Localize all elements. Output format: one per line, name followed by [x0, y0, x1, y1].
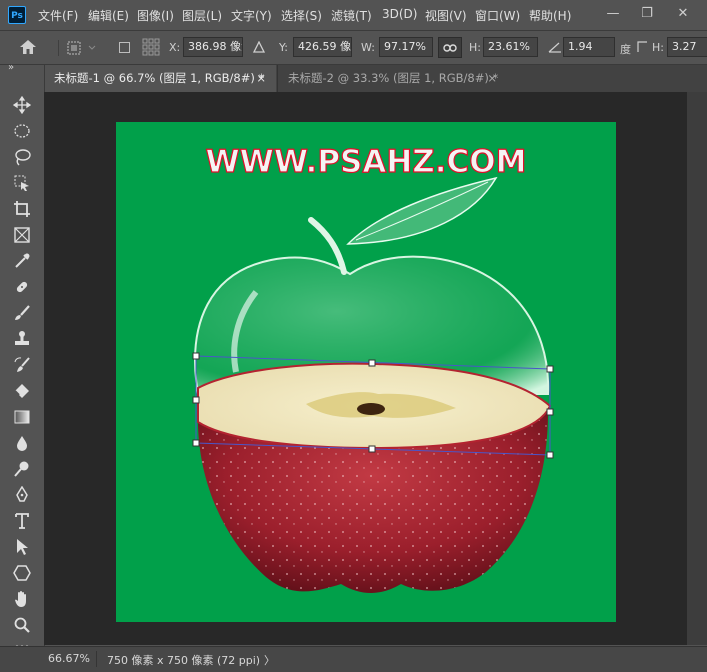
x-position-input[interactable]: 386.98 像素: [183, 37, 243, 57]
y-position-input[interactable]: 426.59 像素: [293, 37, 352, 57]
w-label: W:: [361, 41, 375, 54]
photoshop-logo: Ps: [8, 6, 26, 24]
h-skew-label: H:: [652, 41, 664, 54]
y-label: Y:: [279, 41, 288, 54]
watermark-text: WWW.PSAHZ.COM: [205, 143, 527, 180]
h-label: H:: [469, 41, 481, 54]
skew-icon: [637, 41, 648, 56]
x-label: X:: [169, 41, 181, 54]
menu-layer[interactable]: 图层(L): [182, 7, 222, 24]
blur-tool-icon[interactable]: [9, 431, 35, 455]
options-bar: X: 386.98 像素 Y: 426.59 像素 W: 97.17% H: 2…: [0, 31, 707, 65]
tab-label: 未标题-2 @ 33.3% (图层 1, RGB/8#) *: [288, 71, 499, 85]
vertical-scrollbar[interactable]: [687, 92, 707, 645]
apple-seed: [357, 403, 385, 415]
tab-document-2[interactable]: 未标题-2 @ 33.3% (图层 1, RGB/8#) * ×: [277, 65, 507, 92]
menu-window[interactable]: 窗口(W): [475, 7, 520, 24]
crop-tool-icon[interactable]: [9, 197, 35, 221]
healing-brush-tool-icon[interactable]: [9, 275, 35, 299]
history-brush-tool-icon[interactable]: [9, 353, 35, 377]
status-menu-arrow[interactable]: 〉: [264, 652, 275, 668]
transform-handle[interactable]: [368, 445, 376, 453]
restore-button[interactable]: ❐: [632, 4, 662, 24]
eyedropper-tool-icon[interactable]: [9, 249, 35, 273]
apple-artwork: [192, 176, 554, 593]
hand-tool-icon[interactable]: [9, 587, 35, 611]
tab-close-icon[interactable]: ×: [256, 65, 266, 92]
tab-close-icon[interactable]: ×: [487, 65, 497, 92]
path-selection-tool-icon[interactable]: [9, 535, 35, 559]
status-bar: 66.67% 750 像素 x 750 像素 (72 ppi) 〉: [0, 646, 707, 672]
menu-type[interactable]: 文字(Y): [231, 7, 272, 24]
menu-view[interactable]: 视图(V): [425, 7, 467, 24]
dodge-tool-icon[interactable]: [9, 457, 35, 481]
transform-handle[interactable]: [192, 439, 200, 447]
transform-handle[interactable]: [192, 352, 200, 360]
document-canvas[interactable]: WWW.PSAHZ.COM: [116, 122, 616, 622]
clone-stamp-tool-icon[interactable]: [9, 327, 35, 351]
home-icon[interactable]: [18, 38, 38, 59]
transform-preset-icon[interactable]: [65, 39, 99, 60]
frame-tool-icon[interactable]: [9, 223, 35, 247]
menu-image[interactable]: 图像(I): [137, 7, 174, 24]
menu-3d[interactable]: 3D(D): [382, 7, 417, 21]
lasso-tool-icon[interactable]: [9, 145, 35, 169]
relative-position-icon[interactable]: [252, 40, 266, 56]
reference-point-checkbox[interactable]: [119, 42, 130, 53]
link-icon: [443, 43, 457, 52]
zoom-level[interactable]: 66.67%: [48, 652, 90, 665]
shape-tool-icon[interactable]: [9, 561, 35, 585]
elliptical-marquee-tool-icon[interactable]: [9, 119, 35, 143]
move-tool-icon[interactable]: [9, 93, 35, 117]
rotate-angle-input[interactable]: 1.94: [563, 37, 615, 57]
zoom-tool-icon[interactable]: [9, 613, 35, 637]
object-selection-tool-icon[interactable]: [9, 171, 35, 195]
minimize-button[interactable]: —: [598, 4, 628, 24]
degree-label: 度: [620, 43, 631, 56]
divider: [96, 651, 97, 667]
menu-bar: Ps 文件(F) 编辑(E) 图像(I) 图层(L) 文字(Y) 选择(S) 滤…: [0, 0, 707, 31]
brush-tool-icon[interactable]: [9, 301, 35, 325]
link-proportions-button[interactable]: [438, 37, 462, 58]
divider: [58, 40, 59, 56]
transform-handle[interactable]: [546, 365, 554, 373]
tab-label: 未标题-1 @ 66.7% (图层 1, RGB/8#) *: [54, 71, 265, 85]
transform-handle[interactable]: [546, 408, 554, 416]
h-skew-input[interactable]: 3.27: [667, 37, 707, 57]
tools-panel: »: [0, 62, 45, 649]
transform-handle[interactable]: [192, 396, 200, 404]
transform-handle[interactable]: [368, 359, 376, 367]
tab-document-1[interactable]: 未标题-1 @ 66.7% (图层 1, RGB/8#) * ×: [44, 65, 276, 92]
pen-tool-icon[interactable]: [9, 483, 35, 507]
gradient-tool-icon[interactable]: [9, 405, 35, 429]
width-input[interactable]: 97.17%: [379, 37, 433, 57]
reference-point-grid-icon[interactable]: [142, 38, 160, 59]
type-tool-icon[interactable]: [9, 509, 35, 533]
collapse-toolbar-icon[interactable]: »: [8, 62, 14, 73]
close-window-button[interactable]: ✕: [668, 4, 698, 24]
rotate-angle-icon: [548, 41, 562, 56]
transform-handle[interactable]: [546, 451, 554, 459]
menu-filter[interactable]: 滤镜(T): [331, 7, 372, 24]
menu-select[interactable]: 选择(S): [281, 7, 322, 24]
menu-help[interactable]: 帮助(H): [529, 7, 571, 24]
menu-file[interactable]: 文件(F): [38, 7, 78, 24]
eraser-tool-icon[interactable]: [9, 379, 35, 403]
document-tab-bar: 未标题-1 @ 66.7% (图层 1, RGB/8#) * × 未标题-2 @…: [0, 65, 707, 92]
document-info: 750 像素 x 750 像素 (72 ppi): [107, 654, 261, 667]
height-input[interactable]: 23.61%: [483, 37, 538, 57]
menu-edit[interactable]: 编辑(E): [88, 7, 129, 24]
